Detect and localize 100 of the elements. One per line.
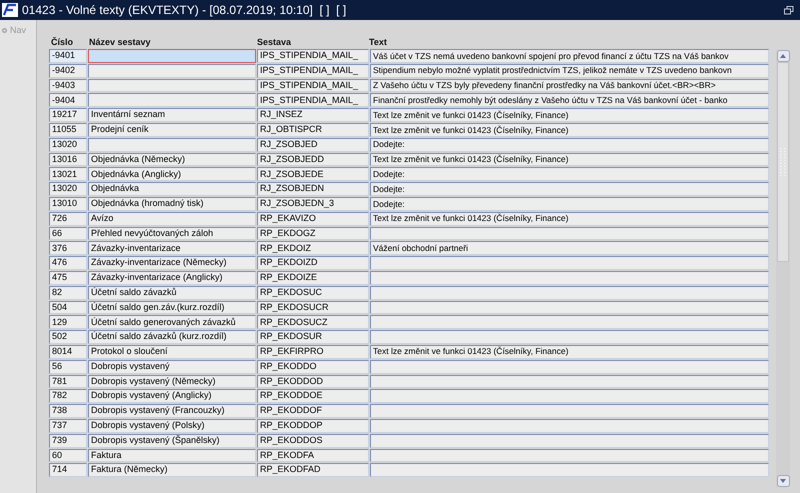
table-cell[interactable] xyxy=(88,64,256,78)
table-cell[interactable] xyxy=(370,434,769,448)
table-cell[interactable]: Vážení obchodní partneři xyxy=(370,241,769,256)
table-cell[interactable]: Text lze změnit ve funkci 01423 (Číselníky, Finance) xyxy=(370,212,769,226)
table-cell[interactable]: Objednávka xyxy=(88,182,256,196)
table-cell[interactable]: 56 xyxy=(49,360,87,374)
table-cell[interactable]: 129 xyxy=(49,315,87,330)
table-cell[interactable]: 13020 xyxy=(49,182,87,196)
table-cell[interactable] xyxy=(88,49,256,63)
table-cell[interactable]: -9404 xyxy=(49,93,87,108)
table-cell[interactable]: 13021 xyxy=(49,167,87,182)
table-cell[interactable]: 739 xyxy=(49,434,87,448)
table-cell[interactable]: Faktura xyxy=(88,448,256,462)
table-cell[interactable]: 502 xyxy=(49,330,87,344)
table-cell[interactable]: RP_EKODDOS xyxy=(257,434,369,448)
table-cell[interactable]: RP_EKDOGZ xyxy=(257,226,369,240)
table-cell[interactable]: Dodejte: xyxy=(370,167,769,182)
table-cell[interactable]: RP_EKODFAD xyxy=(257,463,369,478)
table-cell[interactable]: Protokol o sloučení xyxy=(88,344,256,359)
table-cell[interactable] xyxy=(88,78,256,92)
table-cell[interactable]: Dodejte: xyxy=(370,182,769,196)
table-cell[interactable]: 475 xyxy=(49,270,87,285)
table-cell[interactable] xyxy=(370,330,769,344)
table-cell[interactable] xyxy=(370,286,769,300)
table-cell[interactable]: IPS_STIPENDIA_MAIL_ xyxy=(257,64,369,78)
table-cell[interactable]: Dobropis vystavený (Francouzky) xyxy=(88,404,256,418)
scrollbar[interactable] xyxy=(776,50,790,487)
table-cell[interactable]: -9401 xyxy=(49,49,87,63)
table-cell[interactable]: RJ_INSEZ xyxy=(257,108,369,122)
table-cell[interactable]: Objednávka (Anglicky) xyxy=(88,167,256,182)
table-cell[interactable]: Stipendium nebylo možné vyplatit prostřednictvím TZS, jelikož nemáte v TZS uvedeno bankovn xyxy=(370,64,769,78)
table-cell[interactable]: Dobropis vystavený xyxy=(88,360,256,374)
table-cell[interactable]: Dobropis vystavený (Polsky) xyxy=(88,418,256,433)
table-cell[interactable]: Dobropis vystavený (Španělsky) xyxy=(88,434,256,448)
table-cell[interactable]: 66 xyxy=(49,226,87,240)
table-cell[interactable]: RJ_ZSOBJED xyxy=(257,138,369,152)
restore-icon[interactable] xyxy=(784,6,794,14)
table-cell[interactable]: RP_EKDOIZD xyxy=(257,256,369,270)
table-cell[interactable]: 13020 xyxy=(49,138,87,152)
table-cell[interactable]: 11055 xyxy=(49,122,87,137)
table-cell[interactable]: RP_EKDOSUR xyxy=(257,330,369,344)
table-cell[interactable]: RP_EKDOSUCZ xyxy=(257,315,369,330)
table-cell[interactable] xyxy=(370,389,769,404)
scroll-down-button[interactable] xyxy=(776,475,790,487)
table-cell[interactable]: 376 xyxy=(49,241,87,256)
table-cell[interactable]: 13016 xyxy=(49,152,87,166)
table-cell[interactable]: RP_EKFIRPRO xyxy=(257,344,369,359)
table-cell[interactable]: RP_EKDOIZ xyxy=(257,241,369,256)
table-cell[interactable]: Účetní saldo gen.záv.(kurz.rozdíl) xyxy=(88,300,256,314)
table-cell[interactable]: Váš účet v TZS nemá uvedeno bankovní spojení pro převod financí z účtu TZS na Váš bankov xyxy=(370,49,769,63)
table-cell[interactable]: RJ_OBTISPCR xyxy=(257,122,369,137)
table-cell[interactable] xyxy=(370,463,769,478)
table-cell[interactable]: Objednávka (hromadný tisk) xyxy=(88,196,256,211)
table-cell[interactable]: RJ_ZSOBJEDN xyxy=(257,182,369,196)
table-cell[interactable]: RP_EKODDOE xyxy=(257,389,369,404)
table-cell[interactable] xyxy=(370,448,769,462)
table-cell[interactable]: RP_EKDOIZE xyxy=(257,270,369,285)
table-cell[interactable]: Z Vašeho účtu v TZS byly převedeny finanční prostředky na Váš bankovní účet.<BR><BR> xyxy=(370,78,769,92)
table-cell[interactable]: RP_EKODDO xyxy=(257,360,369,374)
table-cell[interactable]: -9403 xyxy=(49,78,87,92)
table-cell[interactable]: RP_EKODDOP xyxy=(257,418,369,433)
table-cell[interactable]: -9402 xyxy=(49,64,87,78)
table-cell[interactable]: Text lze změnit ve funkci 01423 (Číselníky, Finance) xyxy=(370,108,769,122)
table-cell[interactable]: 476 xyxy=(49,256,87,270)
table-cell[interactable]: 504 xyxy=(49,300,87,314)
table-cell[interactable]: RP_EKAVIZO xyxy=(257,212,369,226)
table-cell[interactable]: Závazky-inventarizace xyxy=(88,241,256,256)
table-cell[interactable]: RP_EKDOSUC xyxy=(257,286,369,300)
table-cell[interactable] xyxy=(370,256,769,270)
table-cell[interactable]: Dobropis vystavený (Německy) xyxy=(88,374,256,388)
table-cell[interactable]: 738 xyxy=(49,404,87,418)
table-cell[interactable] xyxy=(370,404,769,418)
table-cell[interactable]: Text lze změnit ve funkci 01423 (Číselníky, Finance) xyxy=(370,122,769,137)
table-cell[interactable]: 8014 xyxy=(49,344,87,359)
table-cell[interactable]: 737 xyxy=(49,418,87,433)
table-cell[interactable]: Faktura (Německy) xyxy=(88,463,256,478)
table-cell[interactable]: Dobropis vystavený (Anglicky) xyxy=(88,389,256,404)
table-cell[interactable]: Text lze změnit ve funkci 01423 (Číselníky, Finance) xyxy=(370,344,769,359)
table-cell[interactable] xyxy=(370,374,769,388)
table-cell[interactable] xyxy=(370,418,769,433)
table-cell[interactable] xyxy=(88,138,256,152)
table-cell[interactable]: Účetní saldo generovaných závazků xyxy=(88,315,256,330)
table-cell[interactable] xyxy=(370,300,769,314)
scroll-up-button[interactable] xyxy=(776,50,790,62)
table-cell[interactable]: Účetní saldo závazků (kurz.rozdíl) xyxy=(88,330,256,344)
table-cell[interactable]: RJ_ZSOBJEDD xyxy=(257,152,369,166)
table-cell[interactable]: RJ_ZSOBJEDE xyxy=(257,167,369,182)
table-cell[interactable]: 782 xyxy=(49,389,87,404)
table-cell[interactable] xyxy=(370,360,769,374)
table-cell[interactable]: Finanční prostředky nemohly být odeslány z Vašeho účtu v TZS na Váš bankovní účet - banko xyxy=(370,93,769,108)
table-cell[interactable]: 82 xyxy=(49,286,87,300)
table-cell[interactable]: RP_EKODDOD xyxy=(257,374,369,388)
table-cell[interactable] xyxy=(88,93,256,108)
table-cell[interactable]: Účetní saldo závazků xyxy=(88,286,256,300)
table-cell[interactable] xyxy=(370,270,769,285)
table-cell[interactable]: RP_EKODDOF xyxy=(257,404,369,418)
table-cell[interactable]: 781 xyxy=(49,374,87,388)
table-cell[interactable]: 19217 xyxy=(49,108,87,122)
table-cell[interactable] xyxy=(370,226,769,240)
table-cell[interactable]: RP_EKODFA xyxy=(257,448,369,462)
